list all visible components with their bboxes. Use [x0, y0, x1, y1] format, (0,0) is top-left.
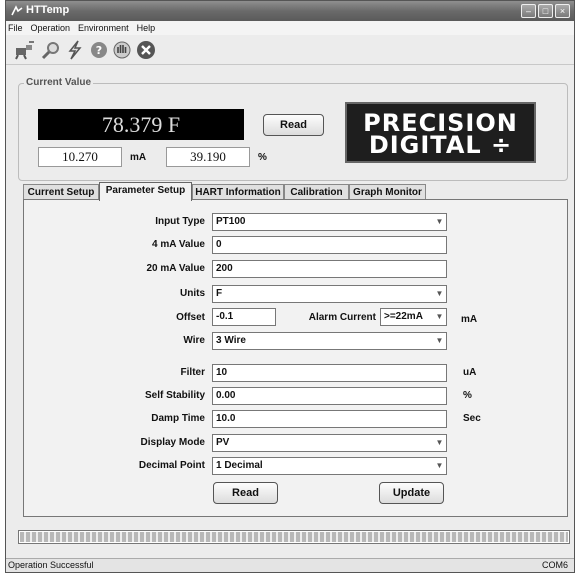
self-stability-label: Self Stability: [144, 390, 205, 401]
display-mode-select[interactable]: PV ▼: [212, 434, 447, 452]
display-mode-value: PV: [216, 437, 230, 448]
percent-readout: 39.190: [166, 147, 250, 167]
units-value: F: [216, 288, 223, 299]
lightning-icon: [68, 40, 82, 60]
ma4-input[interactable]: 0: [212, 236, 447, 254]
alarm-current-select[interactable]: >=22mA ▼: [380, 308, 447, 326]
display-mode-label: Display Mode: [140, 437, 205, 448]
status-port: COM6: [541, 560, 568, 570]
alarm-current-label: Alarm Current: [308, 312, 376, 323]
filter-input[interactable]: 10: [212, 364, 447, 382]
minimize-button[interactable]: –: [521, 4, 536, 18]
search-icon: [41, 42, 59, 60]
tab-calibration[interactable]: Calibration: [284, 184, 349, 200]
connect-button[interactable]: [14, 39, 36, 61]
close-window-button[interactable]: ×: [555, 4, 570, 18]
offset-label: Offset: [176, 312, 205, 323]
input-type-select[interactable]: PT100 ▼: [212, 213, 447, 231]
wire-value: 3 Wire: [216, 335, 246, 346]
lightning-button[interactable]: [64, 39, 86, 61]
title-bar: HTTemp – □ ×: [6, 1, 574, 21]
tab-current-setup[interactable]: Current Setup: [23, 184, 99, 200]
filter-label: Filter: [180, 367, 205, 378]
chevron-down-icon: ▼: [435, 312, 444, 321]
decimal-point-select[interactable]: 1 Decimal ▼: [212, 457, 447, 475]
app-icon: [11, 5, 23, 17]
menu-file[interactable]: File: [6, 21, 27, 35]
menu-environment[interactable]: Environment: [74, 21, 133, 35]
units-label: Units: [180, 288, 205, 299]
percent-unit: %: [258, 152, 267, 163]
wire-select[interactable]: 3 Wire ▼: [212, 332, 447, 350]
help-icon: ?: [91, 42, 107, 58]
wire-label: Wire: [183, 335, 205, 346]
units-select[interactable]: F ▼: [212, 285, 447, 303]
menu-operation[interactable]: Operation: [27, 21, 75, 35]
self-stability-unit: %: [463, 390, 472, 401]
help-button[interactable]: ?: [88, 39, 110, 61]
tab-hart-information[interactable]: HART Information: [192, 184, 284, 200]
value-display: 78.379 F: [38, 109, 244, 140]
decimal-point-value: 1 Decimal: [216, 460, 263, 471]
current-value-legend: Current Value: [24, 77, 94, 88]
precision-digital-logo: PRECISION DIGITAL ÷: [345, 102, 536, 163]
ma20-input[interactable]: 200: [212, 260, 447, 278]
self-stability-input[interactable]: 0.00: [212, 387, 447, 405]
ma-unit: mA: [130, 152, 147, 163]
damp-time-input[interactable]: 10.0: [212, 410, 447, 428]
hand-button[interactable]: [111, 39, 133, 61]
status-message: Operation Successful: [8, 560, 94, 570]
input-type-label: Input Type: [155, 216, 205, 227]
tab-graph-monitor[interactable]: Graph Monitor: [349, 184, 426, 200]
alarm-current-unit: mA: [461, 314, 478, 325]
ma-readout: 10.270: [38, 147, 122, 167]
chevron-down-icon: ▼: [435, 336, 444, 345]
damp-time-label: Damp Time: [151, 413, 205, 424]
chevron-down-icon: ▼: [435, 217, 444, 226]
svg-text:?: ?: [96, 44, 102, 57]
read-button[interactable]: Read: [213, 482, 278, 504]
ma4-label: 4 mA Value: [152, 239, 205, 250]
chevron-down-icon: ▼: [435, 461, 444, 470]
toolbar: ?: [6, 35, 574, 65]
ma20-label: 20 mA Value: [146, 263, 205, 274]
tab-parameter-setup[interactable]: Parameter Setup: [99, 182, 192, 201]
alarm-current-value: >=22mA: [384, 311, 423, 322]
close-icon: [137, 41, 155, 59]
search-button[interactable]: [40, 39, 62, 61]
decimal-point-label: Decimal Point: [138, 460, 205, 471]
app-window: HTTemp – □ × File Operation Environment Hel…: [5, 0, 575, 573]
progress-fill: [20, 532, 568, 542]
current-read-button[interactable]: Read: [263, 114, 324, 136]
maximize-button[interactable]: □: [538, 4, 553, 18]
menu-bar: File Operation Environment Help: [6, 21, 574, 35]
connect-icon: [15, 41, 34, 60]
filter-unit: uA: [463, 367, 477, 378]
window-title: HTTemp: [26, 4, 70, 16]
menu-help[interactable]: Help: [133, 21, 160, 35]
damp-time-unit: Sec: [463, 413, 481, 424]
close-button[interactable]: [135, 39, 157, 61]
chevron-down-icon: ▼: [435, 438, 444, 447]
chevron-down-icon: ▼: [435, 289, 444, 298]
input-type-value: PT100: [216, 216, 246, 227]
progress-bar: [18, 530, 570, 544]
update-button[interactable]: Update: [379, 482, 444, 504]
status-bar: Operation Successful COM6: [6, 558, 574, 572]
logo-line-2: DIGITAL ÷: [368, 131, 513, 159]
hand-icon: [113, 41, 131, 59]
